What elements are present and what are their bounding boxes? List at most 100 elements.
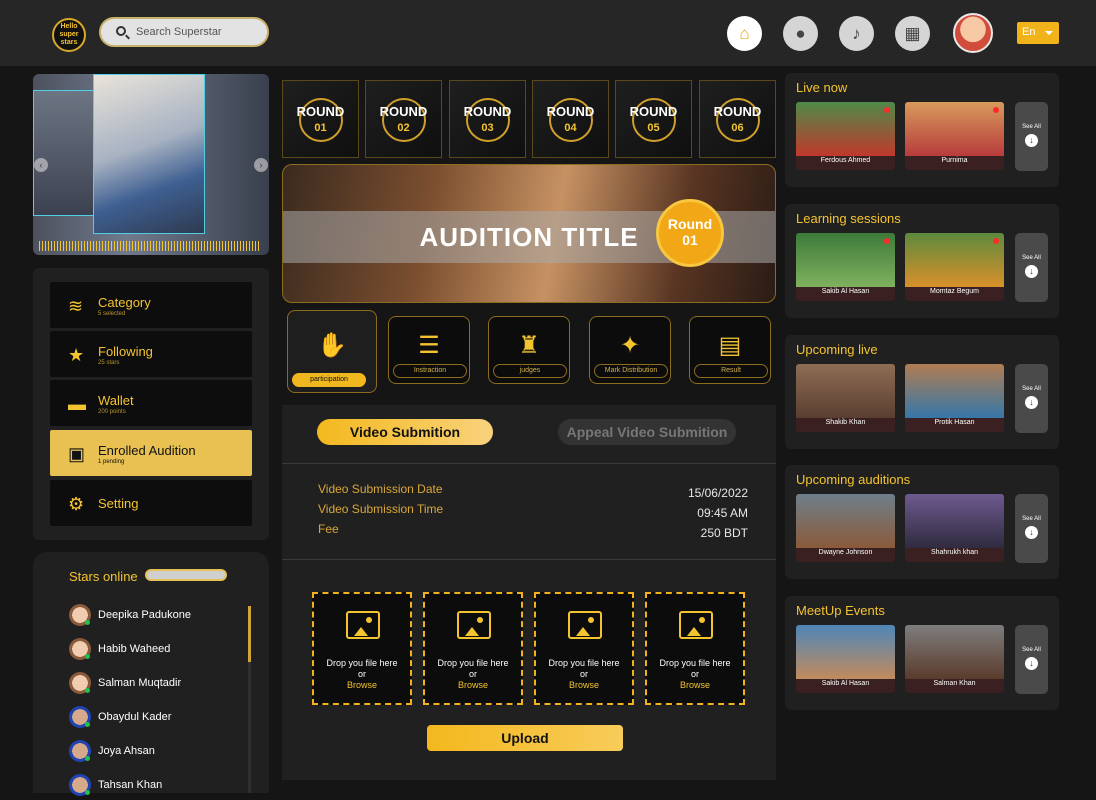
menu-item-wallet[interactable]: ▬ Wallet 200 points	[50, 380, 252, 426]
round-label: ROUND	[629, 104, 678, 119]
card-name: Sakib Al Hasan	[821, 680, 870, 687]
see-all-button[interactable]: See All ↓	[1015, 364, 1048, 433]
see-all-button[interactable]: See All ↓	[1015, 625, 1048, 694]
video-thumb-current[interactable]	[93, 74, 205, 234]
menu-item-category[interactable]: ≋ Category 5 selected	[50, 282, 252, 328]
see-all-button[interactable]: See All ↓	[1015, 494, 1048, 563]
star-card[interactable]: Ferdous Ahmed	[796, 102, 895, 170]
video-submission-tab[interactable]: Video Submition	[317, 419, 493, 445]
card-image	[905, 364, 1004, 418]
browse-link[interactable]: Browse	[314, 680, 410, 690]
menu-item-following[interactable]: ★ Following 25 stars	[50, 331, 252, 377]
tab-mark-distribution[interactable]: ✦ Mark Distribution	[589, 316, 671, 384]
search-icon	[116, 26, 126, 36]
star-card[interactable]: Shahrukh khan	[905, 494, 1004, 562]
star-name: Deepika Padukone	[98, 609, 191, 621]
round-card-05[interactable]: ROUND 05	[615, 80, 692, 158]
card-name: Momtaz Begum	[929, 288, 980, 295]
tab-instruction[interactable]: ☰ Instraction	[388, 316, 470, 384]
tab-label: Mark Distribution	[594, 364, 668, 378]
audition-banner: AUDITION TITLE Round 01	[282, 164, 776, 303]
star-card[interactable]: Shakib Khan	[796, 364, 895, 432]
see-all-label: See All	[1022, 255, 1041, 261]
appeal-video-submission-tab[interactable]: Appeal Video Submition	[558, 419, 736, 445]
gear-icon: ⚙	[68, 494, 85, 514]
clipboard-icon: ▤	[718, 332, 742, 359]
prev-arrow-icon[interactable]: ‹	[34, 158, 48, 172]
file-drop-zone[interactable]: Drop you file here or Browse	[423, 592, 523, 705]
file-drop-zone[interactable]: Drop you file here or Browse	[534, 592, 634, 705]
list-item[interactable]: Habib Waheed	[69, 638, 259, 664]
menu-item-enrolled-audition[interactable]: ▣ Enrolled Audition 1 pending	[50, 430, 252, 476]
see-all-label: See All	[1022, 124, 1041, 130]
user-avatar[interactable]	[953, 13, 993, 53]
round-number: 02	[397, 122, 410, 134]
round-badge: Round 01	[656, 199, 724, 267]
browse-link[interactable]: Browse	[647, 680, 743, 690]
card-image	[905, 494, 1004, 548]
star-card[interactable]: Sakib Al Hasan	[796, 625, 895, 693]
star-name: Tahsan Khan	[98, 779, 163, 791]
next-arrow-icon[interactable]: ›	[254, 158, 268, 172]
live-dot-icon	[884, 238, 890, 244]
submission-date-label: Video Submission Date	[318, 482, 443, 496]
star-card[interactable]: Momtaz Begum	[905, 233, 1004, 301]
list-item[interactable]: Tahsan Khan	[69, 774, 259, 800]
stars-search-input[interactable]	[145, 569, 227, 581]
drop-text-line: Drop you file here	[326, 658, 398, 668]
list-item[interactable]: Deepika Padukone	[69, 604, 259, 630]
video-thumb-prev[interactable]	[33, 90, 95, 216]
see-all-button[interactable]: See All ↓	[1015, 233, 1048, 302]
drop-or: or	[579, 669, 588, 679]
notifications-button[interactable]: ♪	[839, 16, 874, 51]
audio-waveform[interactable]	[39, 241, 261, 251]
star-card[interactable]: Sakib Al Hasan	[796, 233, 895, 301]
menu-sub: 25 stars	[98, 360, 120, 366]
see-all-label: See All	[1022, 516, 1041, 522]
browse-link[interactable]: Browse	[536, 680, 632, 690]
menu-sub: 200 points	[98, 409, 126, 415]
round-card-02[interactable]: ROUND 02	[365, 80, 442, 158]
star-card[interactable]: Protik Hasan	[905, 364, 1004, 432]
card-image	[905, 625, 1004, 679]
card-image	[796, 494, 895, 548]
arrow-down-icon: ↓	[1025, 526, 1038, 539]
home-button[interactable]: ⌂	[727, 16, 762, 51]
section-title: Upcoming live	[796, 342, 878, 357]
app-logo[interactable]: Hello super stars	[52, 18, 86, 52]
upload-button[interactable]: Upload	[427, 725, 623, 751]
star-card[interactable]: Dwayne Johnson	[796, 494, 895, 562]
video-preview[interactable]: ‹ ›	[33, 74, 269, 255]
scrollbar[interactable]	[248, 606, 251, 793]
tab-result[interactable]: ▤ Result	[689, 316, 771, 384]
list-item[interactable]: Joya Ahsan	[69, 740, 259, 766]
language-select[interactable]: En	[1017, 22, 1059, 44]
round-card-01[interactable]: ROUND 01	[282, 80, 359, 158]
round-card-04[interactable]: ROUND 04	[532, 80, 609, 158]
drop-text-line: Drop you file here	[437, 658, 509, 668]
round-card-03[interactable]: ROUND 03	[449, 80, 526, 158]
store-button[interactable]: ▦	[895, 16, 930, 51]
list-item[interactable]: Salman Muqtadir	[69, 672, 259, 698]
menu-item-setting[interactable]: ⚙ Setting	[50, 480, 252, 526]
round-card-06[interactable]: ROUND 06	[699, 80, 776, 158]
submission-panel: Video Submition Appeal Video Submition V…	[282, 405, 776, 780]
star-card[interactable]: Purnima	[905, 102, 1004, 170]
file-drop-zone[interactable]: Drop you file here or Browse	[312, 592, 412, 705]
tab-judges[interactable]: ♜ judges	[488, 316, 570, 384]
file-drop-zone[interactable]: Drop you file here or Browse	[645, 592, 745, 705]
round-number: 05	[647, 122, 660, 134]
arrow-down-icon: ↓	[1025, 265, 1038, 278]
round-number: 03	[481, 122, 494, 134]
tab-participation[interactable]: ✋ participation	[287, 310, 377, 393]
messages-button[interactable]: ●	[783, 16, 818, 51]
round-label: ROUND	[463, 104, 512, 119]
home-icon: ⌂	[739, 23, 750, 43]
list-item[interactable]: Obaydul Kader	[69, 706, 259, 732]
scroll-thumb[interactable]	[248, 606, 251, 662]
round-label: ROUND	[713, 104, 762, 119]
card-name: Shakib Khan	[825, 419, 866, 426]
star-card[interactable]: Salman Khan	[905, 625, 1004, 693]
see-all-button[interactable]: See All ↓	[1015, 102, 1048, 171]
browse-link[interactable]: Browse	[425, 680, 521, 690]
